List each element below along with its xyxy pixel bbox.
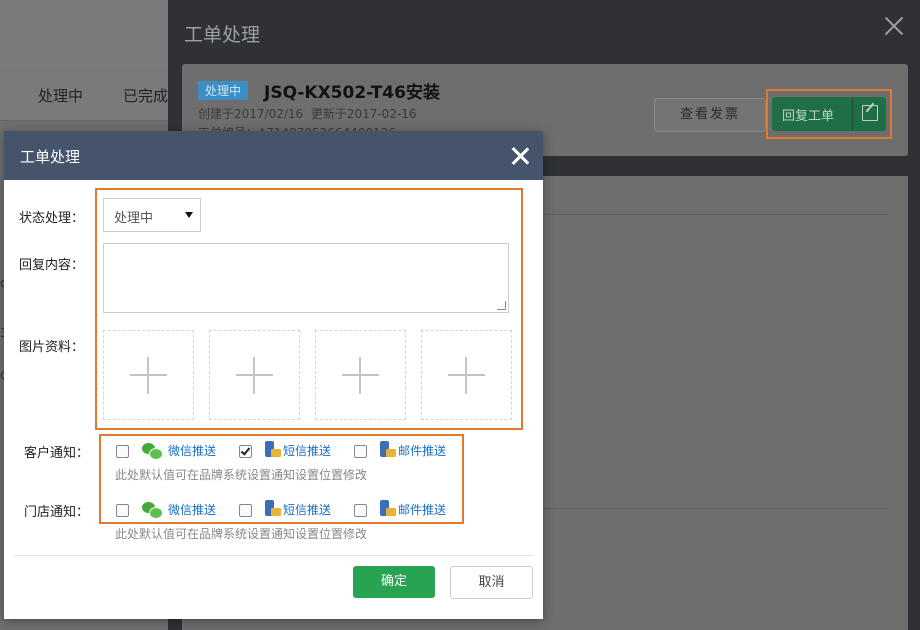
- edit-icon[interactable]: [862, 105, 878, 121]
- store-notice-label: 门店通知：: [24, 505, 90, 520]
- status-badge: 处理中: [198, 81, 249, 100]
- image-upload-slot[interactable]: [209, 330, 300, 420]
- background-header: [0, 0, 168, 68]
- store-wechat-label[interactable]: 微信推送: [168, 501, 216, 518]
- reply-ticket-label: 回复工单: [782, 109, 835, 124]
- button-divider: [852, 97, 853, 131]
- reply-content-textarea[interactable]: [103, 243, 509, 313]
- ticket-number: JSQ-KX502-T46安装: [264, 83, 440, 103]
- image-upload-slot[interactable]: [315, 330, 406, 420]
- wechat-icon: [142, 502, 163, 519]
- panel-close-icon[interactable]: [882, 14, 906, 38]
- tab-processing[interactable]: 处理中: [38, 85, 83, 106]
- divider: [528, 508, 888, 509]
- resize-handle-icon[interactable]: [497, 301, 506, 310]
- reply-ticket-button[interactable]: 回复工单: [772, 97, 886, 131]
- store-sms-checkbox[interactable]: [239, 504, 252, 517]
- view-invoice-button[interactable]: 查看发票: [654, 98, 766, 132]
- panel-title: 工单处理: [184, 24, 261, 46]
- reply-content-label: 回复内容：: [19, 258, 85, 273]
- background-tabs: 处理中 已完成: [0, 68, 168, 121]
- chevron-down-icon: [185, 212, 193, 218]
- store-wechat-checkbox[interactable]: [116, 504, 129, 517]
- sms-icon: [265, 441, 281, 459]
- ticket-created: 创建于2017/02/16: [198, 107, 304, 121]
- modal-header: 工单处理: [4, 131, 543, 180]
- tab-completed[interactable]: 已完成: [123, 85, 168, 106]
- close-icon[interactable]: [511, 147, 529, 165]
- image-upload-slot[interactable]: [421, 330, 512, 420]
- ticket-dates: 创建于2017/02/16 更新于2017-02-16: [198, 105, 417, 122]
- store-notice-hint: 此处默认值可在品牌系统设置通知设置位置修改: [115, 527, 368, 541]
- store-mail-checkbox[interactable]: [354, 504, 367, 517]
- confirm-button[interactable]: 确定: [353, 566, 435, 598]
- status-select[interactable]: 处理中: [103, 198, 201, 232]
- mail-icon: [380, 500, 396, 518]
- customer-mail-checkbox[interactable]: [354, 445, 367, 458]
- image-upload-slot[interactable]: [103, 330, 194, 420]
- status-select-value: 处理中: [114, 211, 154, 226]
- footer-divider: [14, 555, 533, 556]
- customer-wechat-label[interactable]: 微信推送: [168, 442, 216, 459]
- customer-wechat-checkbox[interactable]: [116, 445, 129, 458]
- wechat-icon: [142, 443, 163, 460]
- customer-sms-label[interactable]: 短信推送: [283, 442, 331, 459]
- mail-icon: [380, 441, 396, 459]
- sms-icon: [265, 500, 281, 518]
- status-label: 状态处理：: [19, 211, 85, 226]
- cancel-button[interactable]: 取消: [450, 566, 533, 599]
- images-label: 图片资料：: [19, 340, 85, 355]
- customer-notice-hint: 此处默认值可在品牌系统设置通知设置位置修改: [115, 468, 368, 482]
- ticket-updated: 更新于2017-02-16: [310, 107, 417, 121]
- store-mail-label[interactable]: 邮件推送: [398, 501, 446, 518]
- modal-title: 工单处理: [20, 148, 81, 166]
- store-sms-label[interactable]: 短信推送: [283, 501, 331, 518]
- reply-highlight-box: 回复工单: [766, 89, 892, 139]
- customer-mail-label[interactable]: 邮件推送: [398, 442, 446, 459]
- customer-notice-label: 客户通知：: [24, 446, 90, 461]
- customer-sms-checkbox[interactable]: [239, 445, 252, 458]
- ticket-process-modal: 工单处理 状态处理： 处理中 回复内容： 图片资料： 客户通知： 微信推送 短信…: [4, 131, 543, 619]
- divider: [528, 214, 888, 215]
